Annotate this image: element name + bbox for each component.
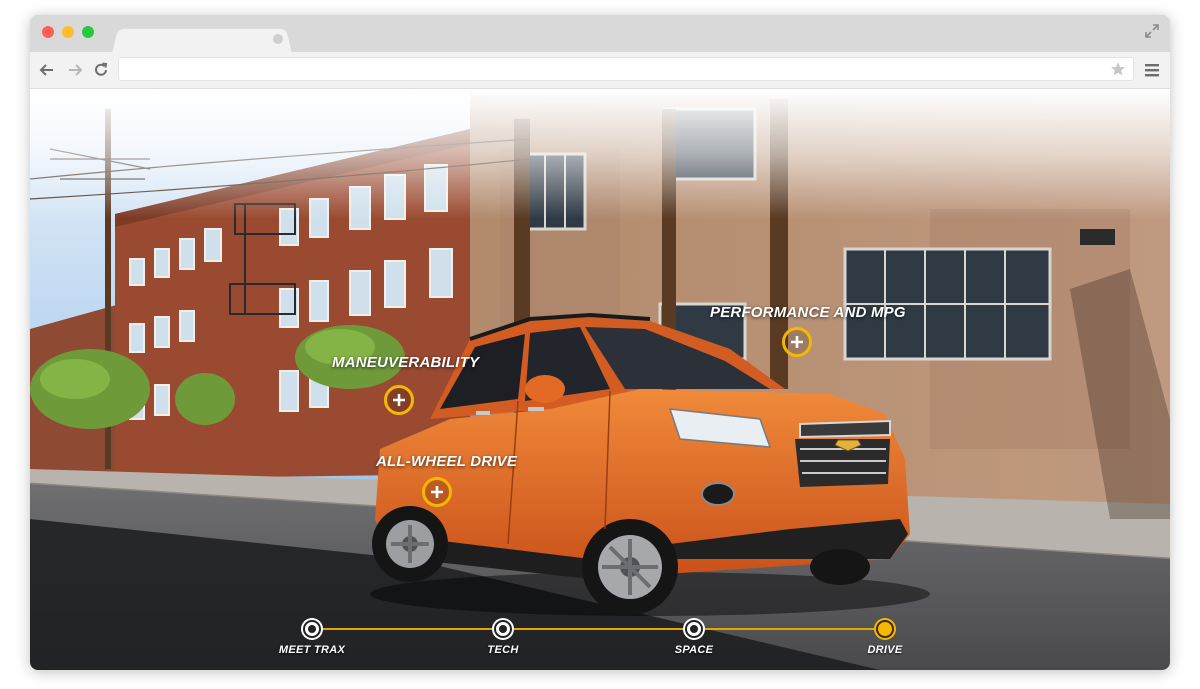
- timeline-step-space[interactable]: [685, 620, 703, 638]
- hotspot-label-maneuverability: MANEUVERABILITY: [332, 354, 480, 371]
- maximize-window-button[interactable]: [82, 26, 94, 38]
- reload-icon[interactable]: [92, 61, 110, 79]
- timeline-step-drive[interactable]: [876, 620, 894, 638]
- hotspot-label-performance: PERFORMANCE AND MPG: [710, 304, 906, 321]
- hotspot-maneuverability-button[interactable]: [384, 385, 414, 415]
- timeline-step-meet-trax[interactable]: [303, 620, 321, 638]
- menu-icon[interactable]: [1144, 61, 1160, 79]
- tab-close-icon[interactable]: [273, 34, 283, 44]
- address-bar[interactable]: [118, 57, 1134, 81]
- page-viewport: PERFORMANCE AND MPG MANEUVERABILITY ALL-…: [30, 89, 1170, 670]
- browser-toolbar: [30, 52, 1170, 89]
- timeline-label-drive[interactable]: DRIVE: [835, 644, 935, 656]
- browser-window: PERFORMANCE AND MPG MANEUVERABILITY ALL-…: [30, 15, 1170, 670]
- title-bar: [30, 15, 1170, 54]
- star-icon[interactable]: [1109, 60, 1127, 78]
- timeline-step-tech[interactable]: [494, 620, 512, 638]
- plus-icon: [393, 394, 405, 406]
- hotspot-awd-button[interactable]: [422, 477, 452, 507]
- close-window-button[interactable]: [42, 26, 54, 38]
- back-arrow-icon[interactable]: [38, 61, 56, 79]
- timeline-label-space[interactable]: SPACE: [644, 644, 744, 656]
- hotspot-label-awd: ALL-WHEEL DRIVE: [376, 453, 518, 470]
- browser-tab[interactable]: [112, 28, 292, 54]
- expand-icon[interactable]: [1144, 23, 1160, 39]
- plus-icon: [791, 336, 803, 348]
- timeline-track: [320, 628, 886, 630]
- hotspot-performance-button[interactable]: [782, 327, 812, 357]
- timeline-label-meet-trax[interactable]: MEET TRAX: [262, 644, 362, 656]
- timeline-label-tech[interactable]: TECH: [453, 644, 553, 656]
- minimize-window-button[interactable]: [62, 26, 74, 38]
- forward-arrow-icon[interactable]: [66, 61, 84, 79]
- plus-icon: [431, 486, 443, 498]
- hero-scene-image: [30, 89, 1170, 670]
